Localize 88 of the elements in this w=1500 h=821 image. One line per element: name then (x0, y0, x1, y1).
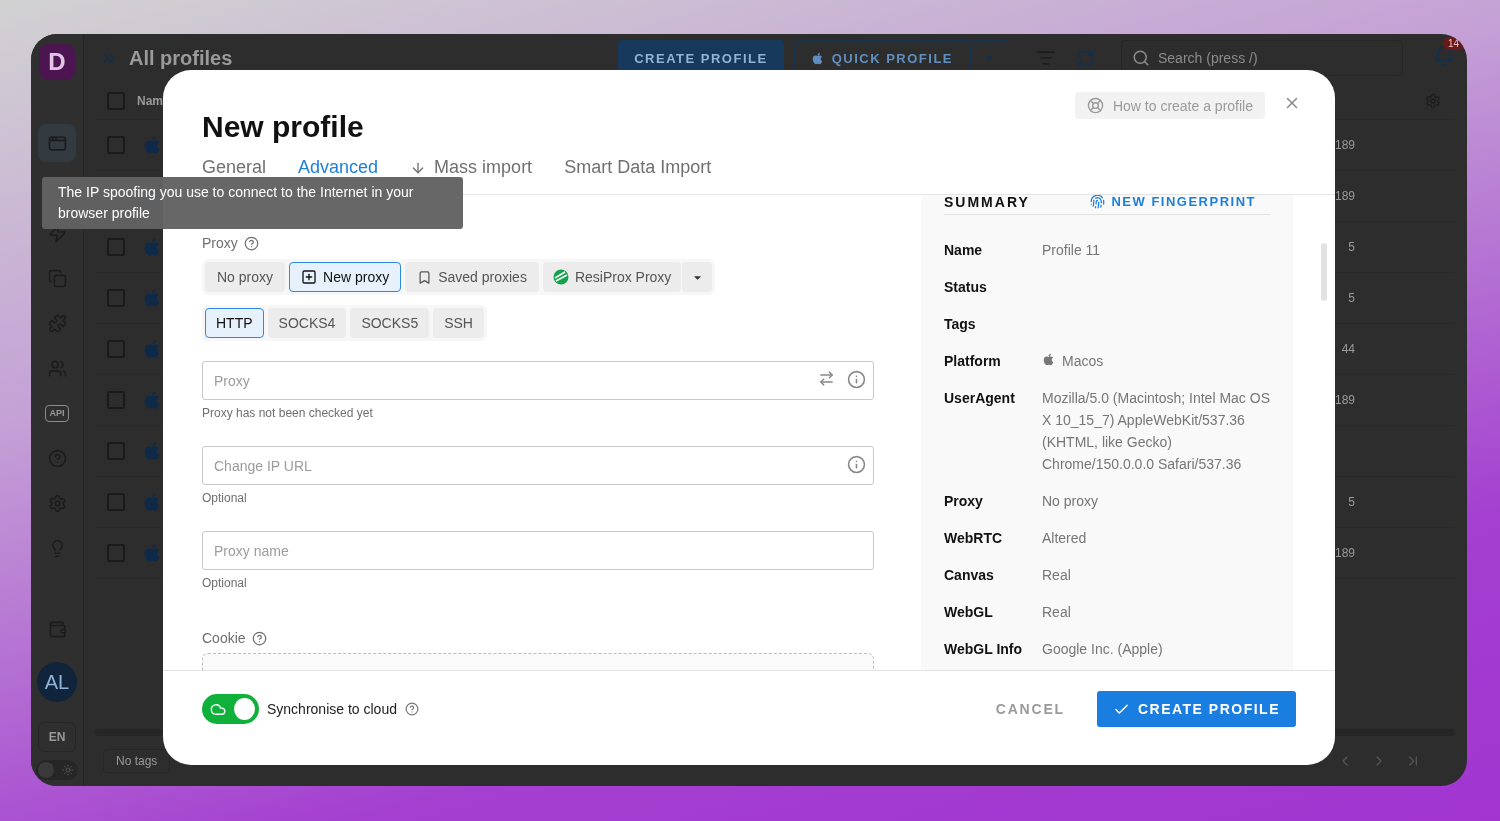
table-cell: 189 (1334, 138, 1355, 152)
input-field[interactable]: Proxy (202, 361, 874, 400)
browser-window-icon (47, 133, 67, 153)
user-avatar[interactable]: AL (37, 662, 77, 702)
tab[interactable]: Smart Data Import (564, 157, 712, 194)
sidebar-item[interactable]: API (38, 394, 76, 432)
table-cell: 5 (1348, 240, 1355, 254)
fingerprint-icon (1090, 195, 1106, 209)
create-profile-button[interactable]: CREATE PROFILE (1096, 691, 1296, 727)
sync-label: Synchronise to cloud (267, 701, 397, 717)
summary-label: WebRTC (944, 529, 1004, 548)
summary-value: Profile 11 (1042, 241, 1101, 260)
protocol-button[interactable]: SSH (433, 308, 484, 338)
proxy-mode-button[interactable]: No proxy (205, 262, 286, 292)
search-placeholder: Search (press /) (1158, 50, 1258, 66)
apple-icon (142, 390, 162, 410)
apple-icon (142, 441, 162, 461)
table-cell: 189 (1334, 393, 1355, 407)
field-hint: Proxy has not been checked yet (202, 406, 374, 420)
table-cell: 189 (1334, 189, 1355, 203)
table-cell: 5 (1348, 495, 1355, 509)
theme-toggle[interactable] (36, 760, 78, 780)
cancel-button[interactable]: CANCEL (979, 691, 1081, 727)
apple-icon (142, 339, 162, 359)
square-plus-icon (301, 269, 318, 285)
summary-value: No proxy (1042, 492, 1099, 511)
summary-value: Macos (1062, 352, 1104, 371)
scrollbar-thumb[interactable] (1321, 243, 1327, 301)
protocol-button[interactable]: HTTP (205, 308, 264, 338)
new-fingerprint-button[interactable]: NEW FINGERPRINT (1090, 195, 1256, 209)
info-icon[interactable] (847, 370, 866, 389)
proxy-mode-button[interactable]: ResiProx Proxy (542, 262, 682, 292)
protocol-button[interactable]: SOCKS5 (350, 308, 430, 338)
table-cell: 44 (1341, 342, 1355, 356)
table-cell: 189 (1334, 546, 1355, 560)
table-cell: 5 (1348, 291, 1355, 305)
apple-icon (142, 543, 162, 563)
input-field[interactable]: Proxy name (202, 531, 874, 570)
proxy-mode-button[interactable]: Saved proxies (405, 262, 539, 292)
bookmark-icon (417, 269, 433, 285)
bell-icon[interactable] (1433, 45, 1455, 67)
notification-badge: 14 (1443, 37, 1465, 50)
column-header: Nam (137, 93, 163, 108)
help-icon[interactable] (251, 630, 267, 646)
summary-title: SUMMARY (944, 195, 1030, 210)
app-logo: D (39, 44, 75, 80)
summary-value: Mozilla/5.0 (Macintosh; Intel Mac OS X 10_15_7) AppleWebKit/537.36 (KHTML, like Gecko) Chrome/150.0.0.0 Safari/537.36 (1042, 389, 1270, 474)
info-icon[interactable] (847, 455, 866, 474)
apple-icon (810, 51, 824, 65)
apple-icon (142, 492, 162, 512)
refresh-icon[interactable] (1076, 48, 1095, 68)
page-title: All profiles (129, 46, 233, 70)
apple-icon (142, 135, 162, 155)
field-label: Cookie (202, 630, 246, 646)
apple-icon (142, 288, 162, 308)
summary-label: WebGL Info (944, 640, 1024, 659)
dialog-title: New profile (202, 110, 364, 144)
summary-value: Altered (1042, 529, 1087, 548)
summary-value: Real (1042, 566, 1071, 585)
summary-label: UserAgent (944, 389, 1016, 408)
swap-arrows-icon[interactable] (818, 370, 835, 387)
summary-value: Google Inc. (Apple) (1042, 640, 1163, 659)
api-icon: API (45, 404, 69, 422)
protocol-button[interactable]: SOCKS4 (267, 308, 347, 338)
language-button[interactable]: EN (38, 722, 76, 752)
help-icon[interactable] (243, 235, 259, 251)
tooltip: The IP spoofing you use to connect to the Internet in your browser profile (42, 177, 463, 229)
field-hint: Optional (202, 576, 248, 590)
summary-label: Tags (944, 315, 977, 334)
proxy-mode-button[interactable]: New proxy (289, 262, 402, 292)
help-icon[interactable] (404, 702, 419, 716)
summary-label: WebGL (944, 603, 994, 622)
field-label: Proxy (202, 235, 238, 251)
summary-label: Name (944, 241, 984, 260)
field-hint: Optional (202, 491, 248, 505)
sync-toggle[interactable] (202, 694, 259, 724)
summary-value: Real (1042, 603, 1071, 622)
apple-icon (142, 237, 162, 257)
search-icon (1132, 49, 1150, 67)
apple-icon (1042, 353, 1055, 366)
summary-label: Proxy (944, 492, 984, 511)
provider-logo-icon (552, 269, 569, 285)
lifebuoy-icon (1086, 97, 1104, 114)
summary-label: Status (944, 278, 988, 297)
summary-label: Canvas (944, 566, 995, 585)
sun-icon (62, 764, 74, 776)
summary-label: Platform (944, 352, 1002, 371)
input-field[interactable]: Change IP URL (202, 446, 874, 485)
